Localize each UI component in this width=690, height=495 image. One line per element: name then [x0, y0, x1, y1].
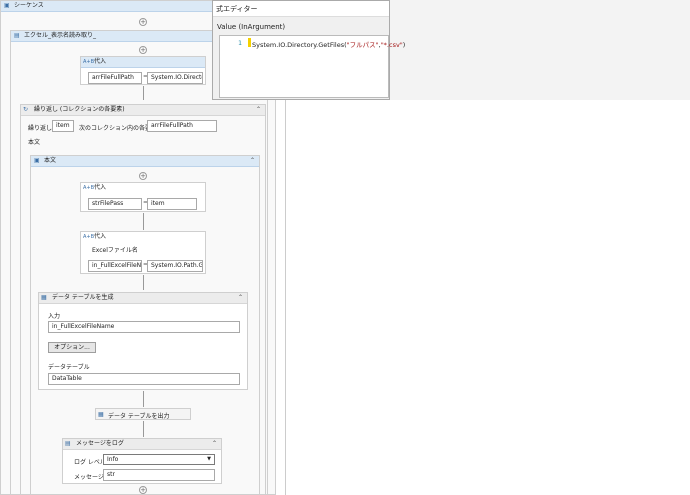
output-datatable-title: データ テーブルを出力 — [108, 413, 170, 420]
value-label: Value (InArgument) — [217, 23, 286, 31]
datatable-icon: ▦ — [98, 411, 104, 418]
expression-editor-window[interactable]: 式エディター Value (InArgument) 1 System.IO.Di… — [212, 0, 405, 100]
assign-activity-2[interactable]: A+B 代入 strFilePass = item — [80, 182, 206, 212]
item-field[interactable]: item — [52, 120, 74, 132]
body-header[interactable]: ▣ 本文 ⌃ — [31, 156, 259, 167]
message-label: メッセージ — [74, 474, 104, 481]
excel-scope-title: エクセル_表示名読み取り_ — [24, 32, 97, 39]
body-title: 本文 — [44, 157, 57, 164]
datatable-icon: ▦ — [41, 294, 47, 301]
right-pane — [270, 100, 690, 495]
sequence-title: シーケンス — [14, 2, 44, 9]
collapse-icon[interactable]: ⌃ — [212, 439, 217, 449]
add-activity-icon[interactable]: + — [139, 46, 147, 54]
log-level-label: ログ レベル — [74, 459, 106, 466]
output-datatable-activity[interactable]: ▦ データ テーブルを出力 — [95, 408, 191, 420]
assign-icon: A+B — [83, 234, 95, 240]
collapse-icon[interactable]: ⌃ — [256, 105, 261, 115]
assign-to-field[interactable]: strFilePass — [88, 198, 142, 210]
connector-line — [143, 86, 144, 100]
chevron-down-icon: ▼ — [207, 456, 211, 462]
assign-to-field[interactable]: in_FullExcelFileNan — [88, 260, 142, 272]
assign-activity-1[interactable]: A+B 代入 arrFileFullPath = System.IO.Direc… — [80, 56, 206, 85]
assign-header[interactable]: A+B 代入 — [81, 232, 205, 242]
sequence-icon: ▣ — [34, 157, 40, 164]
foreach-header[interactable]: ↻ 繰り返し (コレクションの各要素) ⌃ — [21, 105, 265, 116]
assign-value-field[interactable]: System.IO.Director — [147, 72, 203, 84]
log-icon: ▤ — [65, 440, 71, 447]
assign-icon: A+B — [83, 59, 95, 65]
options-button[interactable]: オプション... — [48, 342, 96, 353]
assign-activity-3[interactable]: A+B 代入 Excelファイル名 in_FullExcelFileNan = … — [80, 231, 206, 274]
assign-title: 代入 — [94, 233, 107, 240]
log-level-dropdown[interactable]: Info ▼ — [103, 454, 215, 465]
assign-title: 代入 — [94, 184, 107, 191]
log-message-activity[interactable]: ▤ メッセージをログ ⌃ ログ レベル Info ▼ メッセージ str — [62, 438, 222, 484]
connector-line — [143, 213, 144, 230]
loop-icon: ↻ — [23, 106, 29, 113]
log-level-value: Info — [107, 456, 119, 463]
sequence-icon: ▣ — [4, 2, 10, 9]
assign-value-field[interactable]: System.IO.Path.Ge — [147, 260, 203, 272]
build-datatable-header[interactable]: ▦ データ テーブルを生成 ⌃ — [39, 293, 247, 304]
datatable-label: データテーブル — [48, 364, 90, 371]
datatable-field[interactable]: DataTable — [48, 373, 240, 385]
collapse-icon[interactable]: ⌃ — [250, 156, 255, 166]
excel-icon: ▤ — [14, 32, 20, 39]
line-number: 1 — [238, 39, 242, 47]
add-activity-icon[interactable]: + — [139, 18, 147, 26]
collapse-icon[interactable]: ⌃ — [238, 293, 243, 303]
assign-to-field[interactable]: arrFileFullPath — [88, 72, 142, 84]
assign-icon: A+B — [83, 185, 95, 191]
add-activity-icon[interactable]: + — [139, 172, 147, 180]
collection-field[interactable]: arrFileFullPath — [147, 120, 217, 132]
add-activity-icon[interactable]: + — [139, 486, 147, 494]
log-message-title: メッセージをログ — [76, 440, 124, 447]
assign-value-field[interactable]: item — [147, 198, 197, 210]
expression-input[interactable]: 1 System.IO.Directory.GetFiles("フルパス","*… — [219, 35, 405, 98]
expression-code: System.IO.Directory.GetFiles("フルパス","*.c… — [252, 41, 406, 49]
repeat-label: 繰り返し — [28, 125, 53, 132]
body-label: 本文 — [28, 139, 41, 146]
message-field[interactable]: str — [103, 469, 215, 481]
assign-annotation: Excelファイル名 — [92, 247, 138, 254]
connector-line — [143, 421, 144, 437]
line-marker — [248, 38, 251, 47]
connector-line — [143, 391, 144, 407]
input-label: 入力 — [48, 313, 61, 320]
pane-divider — [285, 100, 286, 495]
assign-header[interactable]: A+B 代入 — [81, 183, 205, 193]
assign-title: 代入 — [94, 58, 107, 65]
log-message-header[interactable]: ▤ メッセージをログ ⌃ — [63, 439, 221, 450]
build-datatable-title: データ テーブルを生成 — [52, 294, 114, 301]
input-field[interactable]: in_FullExcelFileName — [48, 321, 240, 333]
connector-line — [143, 275, 144, 290]
editor-title: 式エディター — [213, 1, 389, 17]
foreach-title: 繰り返し (コレクションの各要素) — [34, 106, 125, 113]
assign-header[interactable]: A+B 代入 — [81, 57, 205, 68]
build-datatable-activity[interactable]: ▦ データ テーブルを生成 ⌃ 入力 in_FullExcelFileName … — [38, 292, 248, 390]
